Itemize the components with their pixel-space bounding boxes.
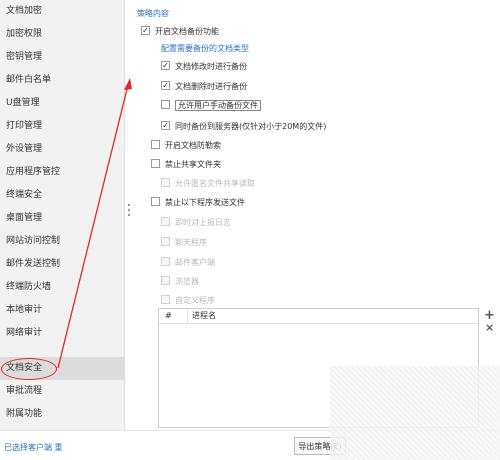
delete-backup-option[interactable]: ✓ 文档删除时进行备份 bbox=[161, 80, 247, 93]
sub-option-custom-label: 自定义程序 bbox=[175, 296, 215, 305]
sync-server-option[interactable]: ✓ 同时备份到服务器(仅针对小于20M的文件) bbox=[161, 120, 326, 133]
sub-option-mail-client-checkbox[interactable] bbox=[161, 257, 170, 266]
allow-anon-share-checkbox[interactable] bbox=[161, 178, 170, 187]
anti-ransom-label: 开启文档防勒索 bbox=[165, 141, 221, 150]
selected-clients-link[interactable]: 已选择客户端 重 bbox=[4, 442, 63, 453]
sub-option-chat[interactable]: 聊天程序 bbox=[161, 236, 207, 249]
sidebar-item-app-control[interactable]: 应用程序管控 bbox=[0, 161, 124, 184]
forbid-programs-option[interactable]: 禁止以下程序发送文件 bbox=[151, 196, 245, 209]
sub-option-log[interactable]: 即时对上报日志 bbox=[161, 216, 231, 229]
forbid-programs-checkbox[interactable] bbox=[151, 197, 160, 206]
sidebar-item-terminal-firewall[interactable]: 终端防火墙 bbox=[0, 276, 124, 299]
modify-backup-label: 文档修改时进行备份 bbox=[175, 62, 247, 71]
sidebar-item-desktop-management[interactable]: 桌面管理 bbox=[0, 207, 124, 230]
process-table-header: # 进程名 bbox=[159, 309, 478, 324]
allow-anon-share-option[interactable]: 允许匿名文件共享读取 bbox=[161, 177, 255, 190]
sub-option-log-checkbox[interactable] bbox=[161, 217, 170, 226]
sub-option-chat-checkbox[interactable] bbox=[161, 237, 170, 246]
sidebar-item-terminal-security[interactable]: 终端安全 bbox=[0, 184, 124, 207]
sidebar-item-approval-flow[interactable]: 审批流程 bbox=[0, 380, 124, 403]
sub-option-custom-checkbox[interactable] bbox=[161, 295, 170, 304]
section-title: 策略内容 bbox=[137, 9, 169, 18]
delete-process-icon[interactable]: × bbox=[485, 321, 494, 334]
sidebar-item-usb-management[interactable]: U盘管理 bbox=[0, 92, 124, 115]
column-header-process-name[interactable]: 进程名 bbox=[187, 309, 216, 323]
highlight-circle bbox=[1, 358, 57, 380]
sidebar-item-local-audit[interactable]: 本地审计 bbox=[0, 299, 124, 322]
modify-backup-checkbox[interactable]: ✓ bbox=[161, 61, 170, 70]
forbid-programs-label: 禁止以下程序发送文件 bbox=[165, 198, 245, 207]
enable-backup-label: 开启文档备份功能 bbox=[155, 27, 219, 36]
sub-option-mail-client[interactable]: 邮件客户端 bbox=[161, 256, 215, 269]
sidebar-item-mail-send-control[interactable]: 邮件发送控制 bbox=[0, 253, 124, 276]
backup-types-group-title: 配置需要备份的文档类型 bbox=[161, 44, 249, 53]
sub-option-browser[interactable]: 浏览器 bbox=[161, 275, 199, 288]
sub-option-browser-checkbox[interactable] bbox=[161, 276, 170, 285]
sync-server-label: 同时备份到服务器(仅针对小于20M的文件) bbox=[175, 122, 327, 131]
sub-option-custom[interactable]: 自定义程序 bbox=[161, 294, 215, 307]
sync-server-checkbox[interactable]: ✓ bbox=[161, 121, 170, 130]
sidebar-item-network-audit[interactable]: 网络审计 bbox=[0, 322, 124, 345]
allow-anon-share-label: 允许匿名文件共享读取 bbox=[175, 179, 255, 188]
manual-backup-label: 允许用户手动备份文件 bbox=[175, 100, 261, 111]
delete-backup-checkbox[interactable]: ✓ bbox=[161, 81, 170, 90]
column-header-number: # bbox=[165, 311, 172, 320]
forbid-share-label: 禁止共享文件夹 bbox=[165, 160, 221, 169]
watermark-noise bbox=[330, 366, 500, 460]
sub-option-browser-label: 浏览器 bbox=[175, 277, 199, 286]
sidebar-item-auxiliary[interactable]: 附属功能 bbox=[0, 403, 124, 426]
sidebar-item-website-access[interactable]: 网站访问控制 bbox=[0, 230, 124, 253]
forbid-share-option[interactable]: 禁止共享文件夹 bbox=[151, 158, 221, 171]
enable-backup-checkbox[interactable]: ✓ bbox=[141, 26, 150, 35]
sidebar-item-peripheral-management[interactable]: 外设管理 bbox=[0, 138, 124, 161]
anti-ransom-option[interactable]: 开启文档防勒索 bbox=[151, 139, 221, 152]
anti-ransom-checkbox[interactable] bbox=[151, 140, 160, 149]
manual-backup-checkbox[interactable] bbox=[161, 100, 170, 109]
delete-backup-label: 文档删除时进行备份 bbox=[175, 82, 247, 91]
manual-backup-option[interactable]: 允许用户手动备份文件 bbox=[161, 99, 261, 112]
sub-option-log-label: 即时对上报日志 bbox=[175, 218, 231, 227]
sidebar-item-print-management[interactable]: 打印管理 bbox=[0, 115, 124, 138]
sidebar-item-encryption-permission[interactable]: 加密权限 bbox=[0, 23, 124, 46]
sidebar-item-key-management[interactable]: 密钥管理 bbox=[0, 46, 124, 69]
sub-option-mail-client-label: 邮件客户端 bbox=[175, 258, 215, 267]
sidebar-item-doc-encryption[interactable]: 文档加密 bbox=[0, 0, 124, 23]
forbid-share-checkbox[interactable] bbox=[151, 159, 160, 168]
modify-backup-option[interactable]: ✓ 文档修改时进行备份 bbox=[161, 60, 247, 73]
sidebar-item-mail-whitelist[interactable]: 邮件白名单 bbox=[0, 69, 124, 92]
enable-backup-option[interactable]: ✓ 开启文档备份功能 bbox=[141, 25, 219, 38]
sub-option-chat-label: 聊天程序 bbox=[175, 238, 207, 247]
